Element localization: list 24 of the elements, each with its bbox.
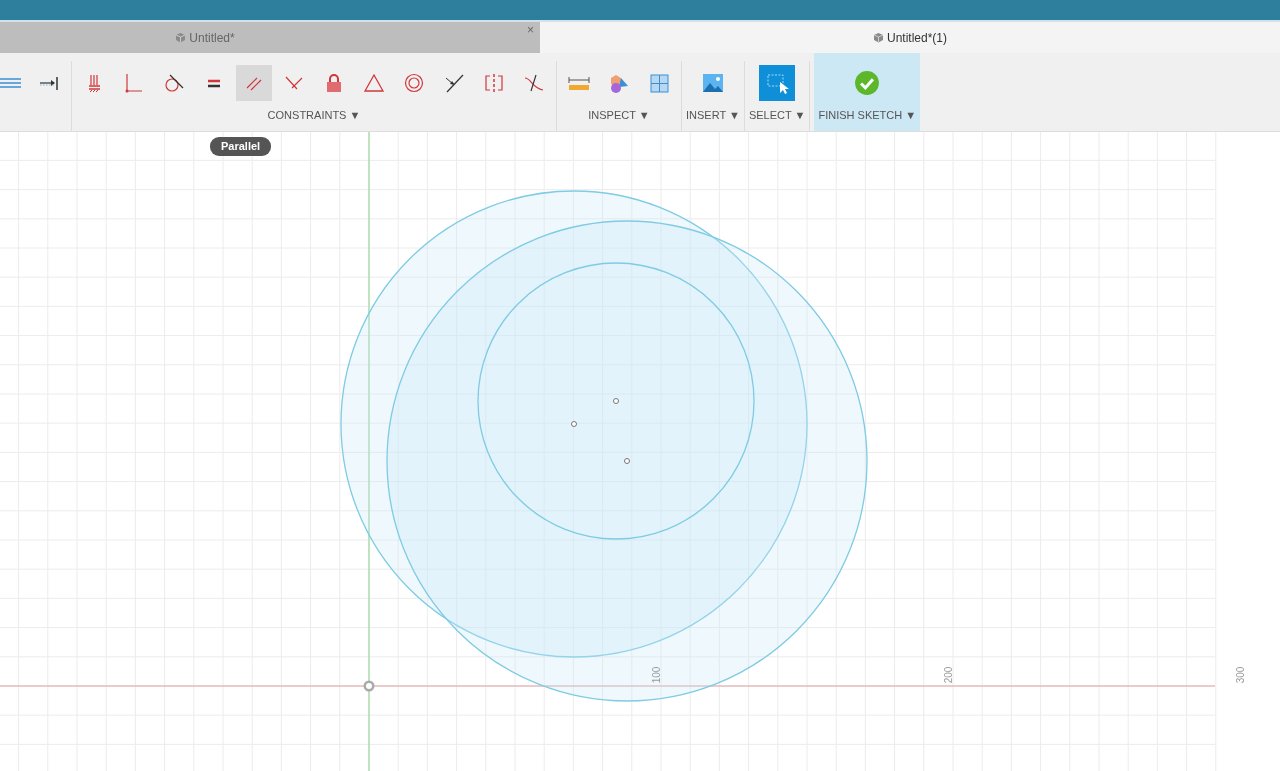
- list-icon: [0, 78, 21, 88]
- group-menu-button[interactable]: FINISH SKETCH ▼: [818, 107, 917, 124]
- center-point[interactable]: [571, 421, 577, 427]
- bracket-symmetry-icon: [482, 71, 506, 95]
- tool-button[interactable]: [759, 65, 796, 101]
- axis-label: 100: [651, 666, 662, 684]
- group-menu-button[interactable]: SELECT ▼: [748, 107, 806, 124]
- grid-frame-icon: [647, 71, 671, 95]
- axis-label: 300: [1235, 666, 1246, 684]
- check-circle-icon: [854, 70, 881, 96]
- cube-icon: [873, 32, 884, 43]
- cube-icon: [175, 32, 187, 43]
- selection-icon: [765, 71, 790, 95]
- center-point[interactable]: [613, 398, 619, 404]
- concentric-circles-icon: [402, 71, 426, 95]
- image-icon: [700, 71, 725, 95]
- group-menu-button[interactable]: CONSTRAINTS ▼: [267, 107, 361, 124]
- group-menu-button[interactable]: INSERT ▼: [686, 107, 740, 124]
- document-tab[interactable]: Untitled*(1): [540, 22, 1280, 53]
- axis-label: 200: [943, 666, 954, 684]
- center-point[interactable]: [624, 458, 630, 464]
- tooltip: Parallel: [210, 137, 272, 156]
- origin-icon[interactable]: [363, 680, 375, 692]
- group-menu-button[interactable]: INSPECT ▼: [588, 107, 650, 124]
